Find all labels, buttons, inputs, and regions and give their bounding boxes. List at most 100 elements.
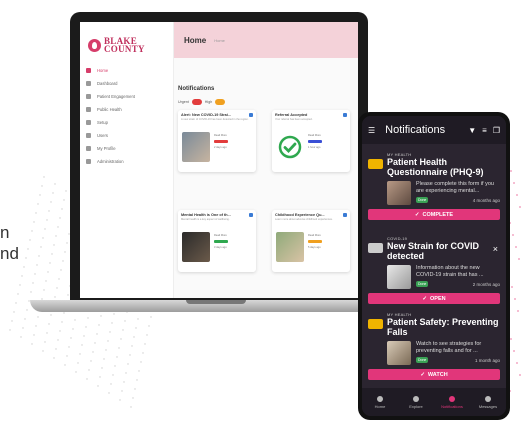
man-photo (182, 232, 210, 262)
high-pill (215, 99, 226, 105)
card-description: Information about the new COVID-19 strai… (416, 265, 484, 278)
copy-icon[interactable]: ❐ (493, 126, 500, 135)
card-thumbnail (387, 341, 411, 365)
sidebar-item-administration[interactable]: Administration (80, 155, 173, 168)
breadcrumb[interactable]: Home (214, 38, 225, 43)
phone-title: Notifications (385, 124, 446, 136)
card-title: Childhood Experience Qu... (275, 213, 325, 217)
filter-icon[interactable]: ▼ (468, 126, 476, 135)
wrench-icon (86, 159, 91, 164)
nav-label: Notifications (441, 403, 463, 409)
people-icon (86, 94, 91, 99)
card-description: Watch to see strategies for preventing f… (416, 341, 482, 354)
card-meta: Read More 2 days ago (214, 134, 252, 149)
caption-line-2: nd (0, 244, 19, 263)
desktop-main: Notifications Urgent High Alert: New COV… (174, 58, 358, 298)
blake-county-logo[interactable]: BLAKE COUNTY (80, 22, 173, 58)
sidebar-item-patient-engagement[interactable]: Patient Engagement (80, 90, 173, 103)
legend-high-label: High (204, 100, 213, 104)
logo-line-2: COUNTY (104, 44, 145, 54)
phone-frame: ☰ Notifications ▼ ≡ ❐ MY HEALTH Patient … (358, 112, 510, 420)
card-text: Your referral has been accepted. (275, 118, 313, 121)
button-label: WATCH (427, 371, 448, 378)
urgent-pill (191, 99, 202, 105)
cropped-caption: n nd (0, 222, 19, 264)
bell-icon (449, 395, 455, 402)
card-time: 1 month ago (474, 357, 500, 363)
caption-line-1: n (0, 223, 10, 242)
card-meta-label: Read More (308, 134, 321, 137)
status-badge: Done (416, 281, 429, 287)
desktop-header: Home Home (174, 22, 358, 58)
notifications-heading: Notifications (178, 86, 215, 92)
checkbox-icon[interactable] (343, 213, 347, 217)
legend-urgent-label: Urgent (178, 100, 189, 104)
card-time: 5 days ago (308, 246, 321, 249)
check-icon: ✓ (414, 211, 420, 218)
health-icon (86, 107, 91, 112)
gear-icon (86, 120, 91, 125)
close-icon[interactable]: × (493, 244, 498, 254)
sidebar-item-home[interactable]: Home (80, 64, 173, 77)
logo-text: BLAKE COUNTY (104, 37, 145, 54)
watch-button[interactable]: ✓ WATCH (368, 369, 500, 380)
sidebar-item-my-profile[interactable]: My Profile (80, 142, 173, 155)
checkbox-icon[interactable] (249, 113, 253, 117)
open-button[interactable]: ✓ OPEN (368, 293, 500, 304)
nav-messages[interactable]: Messages (470, 388, 506, 416)
sidebar-item-label: Home (97, 68, 109, 73)
card-type-icon (368, 243, 383, 253)
menu-icon[interactable]: ☰ (368, 126, 375, 135)
sidebar-item-label: My Profile (97, 146, 116, 151)
nav-explore[interactable]: Explore (398, 388, 434, 416)
home-icon (377, 395, 383, 402)
compass-icon (413, 395, 419, 402)
notification-card[interactable]: Mental Health is One of th... Mental hea… (178, 210, 256, 272)
mail-icon (485, 395, 491, 402)
sidebar-item-dashboard[interactable]: Dashboard (80, 77, 173, 90)
sidebar-item-label: Administration (97, 159, 124, 164)
complete-button[interactable]: ✓ COMPLETE (368, 209, 500, 220)
status-bar (214, 240, 228, 243)
card-time: 1 hour ago (308, 146, 321, 149)
nav-label: Explore (409, 403, 423, 409)
home-icon (86, 68, 91, 73)
nav-notifications[interactable]: Notifications (434, 388, 470, 416)
sidebar-item-label: Patient Engagement (97, 94, 135, 99)
page-title: Home (184, 35, 207, 45)
card-thumbnail (387, 181, 411, 205)
card-title: Alert: New COVID-19 Strai... (181, 113, 232, 117)
logo-mark-icon (88, 38, 101, 52)
check-circle-icon (276, 132, 304, 162)
sidebar-item-setup[interactable]: Setup (80, 116, 173, 129)
desktop-sidebar: BLAKE COUNTY Home Dashboard Patient Enga… (80, 22, 174, 298)
phone-notification-card[interactable]: MY HEALTH Patient Health Questionnaire (… (368, 152, 500, 220)
phone-screen: ☰ Notifications ▼ ≡ ❐ MY HEALTH Patient … (362, 116, 506, 416)
card-title: Referral Accepted (275, 113, 308, 117)
sidebar-item-public-health[interactable]: Public Health (80, 103, 173, 116)
card-meta: Read More 1 hour ago (308, 134, 346, 149)
notification-card[interactable]: Referral Accepted Your referral has been… (272, 110, 350, 172)
card-meta-label: Read More (214, 134, 227, 137)
sidebar-item-users[interactable]: Users (80, 129, 173, 142)
card-time: 4 months ago (472, 197, 500, 203)
card-title: New Strain for COVID detected (387, 241, 480, 261)
checkbox-icon[interactable] (343, 113, 347, 117)
sort-icon[interactable]: ≡ (482, 126, 487, 135)
card-meta: Read More 5 days ago (308, 234, 346, 249)
laptop-screen: BLAKE COUNTY Home Dashboard Patient Enga… (80, 22, 358, 298)
card-title: Patient Safety: Preventing Falls (387, 317, 499, 337)
notification-card[interactable]: Alert: New COVID-19 Strai... A new strai… (178, 110, 256, 172)
card-text: Mental health is a key aspect of wellbei… (181, 218, 230, 221)
dashboard-icon (86, 81, 91, 86)
status-badge: Done (416, 357, 429, 363)
sidebar-item-label: Dashboard (97, 81, 118, 86)
checkbox-icon[interactable] (249, 213, 253, 217)
nav-home[interactable]: Home (362, 388, 398, 416)
card-type-icon (368, 319, 383, 329)
notification-card[interactable]: Childhood Experience Qu... Learn more ab… (272, 210, 350, 272)
phone-notification-card[interactable]: MY HEALTH Patient Safety: Preventing Fal… (368, 312, 500, 380)
phone-notification-card[interactable]: COVID-19 × New Strain for COVID detected… (368, 236, 500, 304)
profile-icon (86, 146, 91, 151)
check-icon: ✓ (422, 295, 427, 302)
